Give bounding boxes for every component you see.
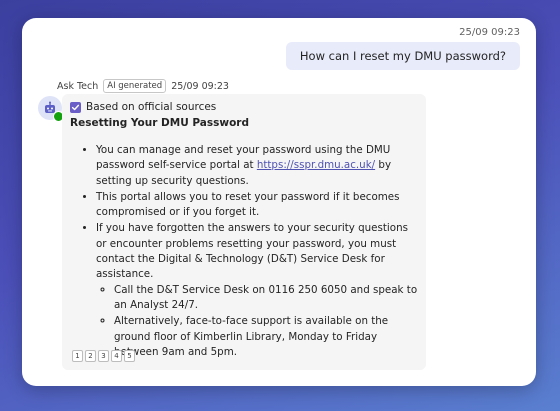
answer-title: Resetting Your DMU Password [70,117,249,129]
chat-window: 25/09 09:23 How can I reset my DMU passw… [22,18,536,386]
checkbox-checked-icon [70,101,81,113]
list-item: Call the D&T Service Desk on 0116 250 60… [114,283,418,314]
bot-message-timestamp: 25/09 09:23 [171,80,229,92]
citation-1[interactable]: 1 [72,350,83,362]
bot-sender-name: Ask Tech [57,80,99,92]
ai-generated-badge[interactable]: AI generated [103,79,167,93]
bot-message-header: Ask Tech AI generated 25/09 09:23 [57,79,229,93]
list-item: This portal allows you to reset your pas… [96,190,418,221]
citation-3[interactable]: 3 [98,350,109,362]
sources-indicator: Based on official sources [70,100,418,114]
user-message-bubble: How can I reset my DMU password? [285,42,520,70]
bullet-text: If you have forgotten the answers to you… [96,222,408,281]
list-item: You can manage and reset your password u… [96,143,418,189]
citation-list: 1 2 3 4 5 [72,350,135,362]
list-item: If you have forgotten the answers to you… [96,221,418,360]
bot-avatar[interactable] [38,96,64,122]
user-message-timestamp: 25/09 09:23 [459,27,520,38]
bot-message-bubble: Based on official sources Resetting Your… [62,94,426,370]
citation-2[interactable]: 2 [85,350,96,362]
sources-label: Based on official sources [86,101,217,113]
list-item: Alternatively, face-to-face support is a… [114,314,418,360]
sub-bullet-list: Call the D&T Service Desk on 0116 250 60… [96,283,418,360]
citation-4[interactable]: 4 [111,350,122,362]
password-portal-link[interactable]: https://sspr.dmu.ac.uk/ [257,159,375,171]
citation-5[interactable]: 5 [124,350,135,362]
answer-bullet-list: You can manage and reset your password u… [70,143,418,360]
